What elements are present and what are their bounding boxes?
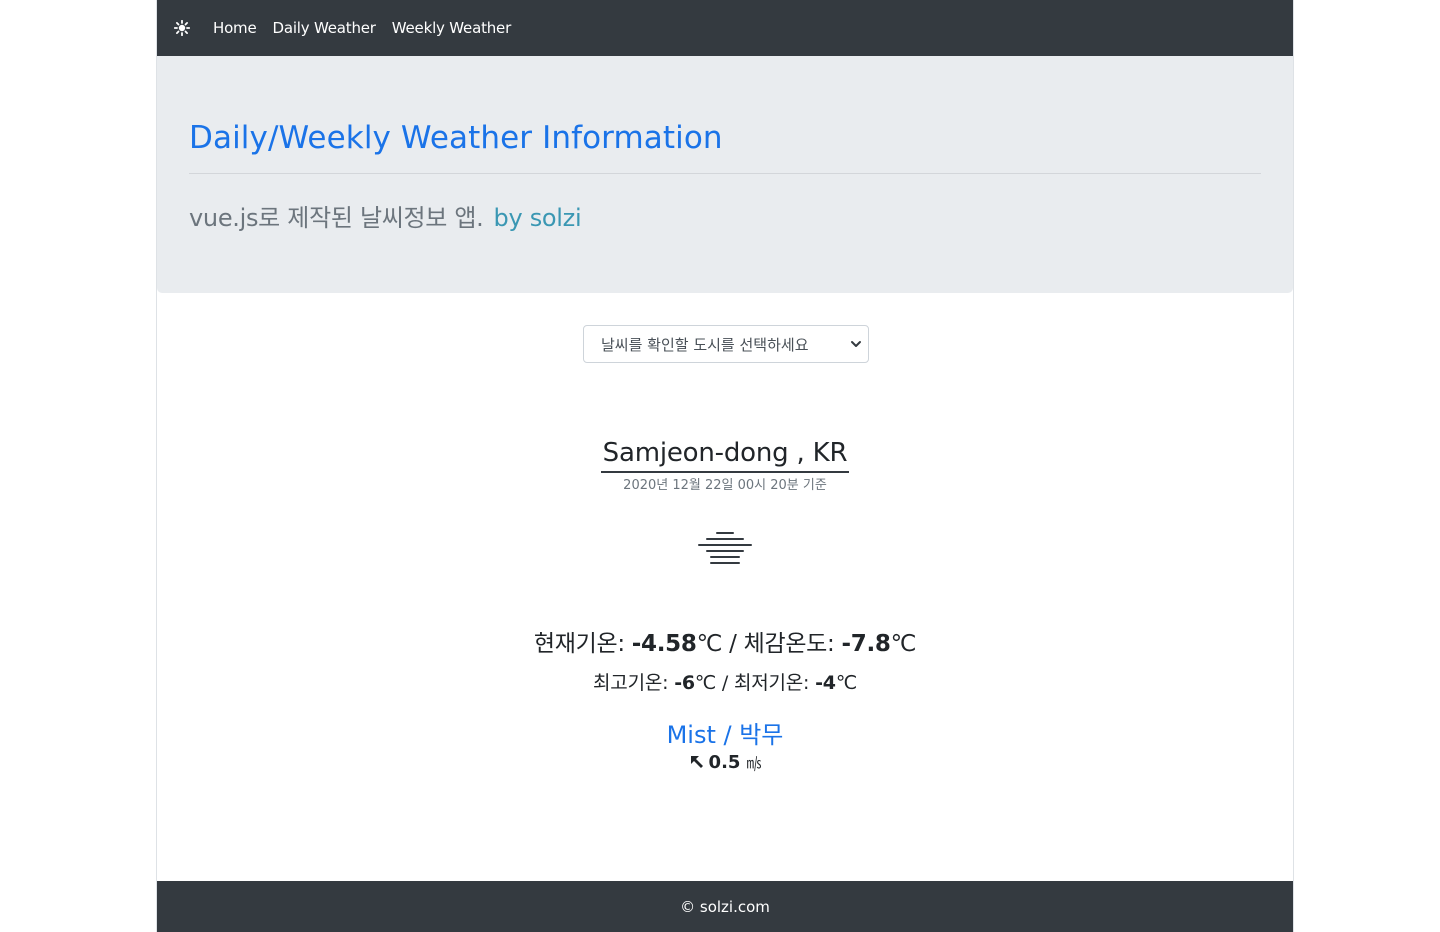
current-temp-label: 현재기온:	[533, 631, 632, 657]
city-heading-row: Samjeon-dong , KR	[157, 436, 1293, 473]
sun-icon[interactable]	[173, 19, 191, 37]
divider	[189, 173, 1261, 174]
lead-text: vue.js로 제작된 날씨정보 앱. by solzi	[189, 198, 582, 233]
nav-home-link[interactable]: Home	[213, 19, 257, 37]
wind-row: 0.5 ㎧	[157, 752, 1293, 773]
navbar: Home Daily Weather Weekly Weather	[157, 0, 1293, 56]
footer: © solzi.com	[157, 881, 1293, 932]
min-max-temperature-row: 최고기온: -6℃ / 최저기온: -4℃	[593, 672, 857, 694]
feels-like-label: 체감온도:	[743, 631, 842, 657]
arrow-up-left-icon	[689, 754, 705, 770]
chevron-down-icon	[850, 337, 862, 349]
temp-unit: ℃	[835, 672, 857, 694]
observation-time: 2020년 12월 22일 00시 20분 기준	[623, 478, 827, 493]
temp-unit: ℃	[694, 672, 717, 694]
temp-unit: ℃	[890, 631, 917, 657]
max-temp-value: -6	[674, 672, 695, 694]
current-temp-value: -4.58	[631, 631, 697, 657]
city-select-value: 날씨를 확인할 도시를 선택하세요	[601, 335, 809, 354]
page-title: Daily/Weekly Weather Information	[189, 120, 723, 156]
footer-copyright: © solzi.com	[680, 897, 770, 916]
page-container: Home Daily Weather Weekly Weather Daily/…	[156, 0, 1294, 932]
author-credit: by solzi	[493, 204, 582, 232]
current-temperature-row: 현재기온: -4.58℃ / 체감온도: -7.8℃	[533, 631, 917, 657]
nav-daily-weather-link[interactable]: Daily Weather	[273, 19, 376, 37]
temp-unit: ℃	[696, 631, 723, 657]
nav-weekly-weather-link[interactable]: Weekly Weather	[392, 19, 511, 37]
city-select[interactable]: 날씨를 확인할 도시를 선택하세요	[583, 325, 869, 363]
wind-speed: 0.5	[708, 752, 741, 773]
jumbotron: Daily/Weekly Weather Information vue.js로…	[157, 56, 1293, 293]
max-temp-label: 최고기온:	[593, 672, 675, 694]
feels-like-value: -7.8	[841, 631, 891, 657]
mist-icon	[697, 528, 753, 568]
lead-description: vue.js로 제작된 날씨정보 앱.	[189, 204, 484, 232]
city-name: Samjeon-dong , KR	[600, 436, 850, 473]
wind-unit: ㎧	[746, 754, 762, 772]
weather-description: Mist / 박무	[666, 721, 784, 749]
min-temp-value: -4	[815, 672, 836, 694]
min-temp-label: 최저기온:	[733, 672, 816, 694]
